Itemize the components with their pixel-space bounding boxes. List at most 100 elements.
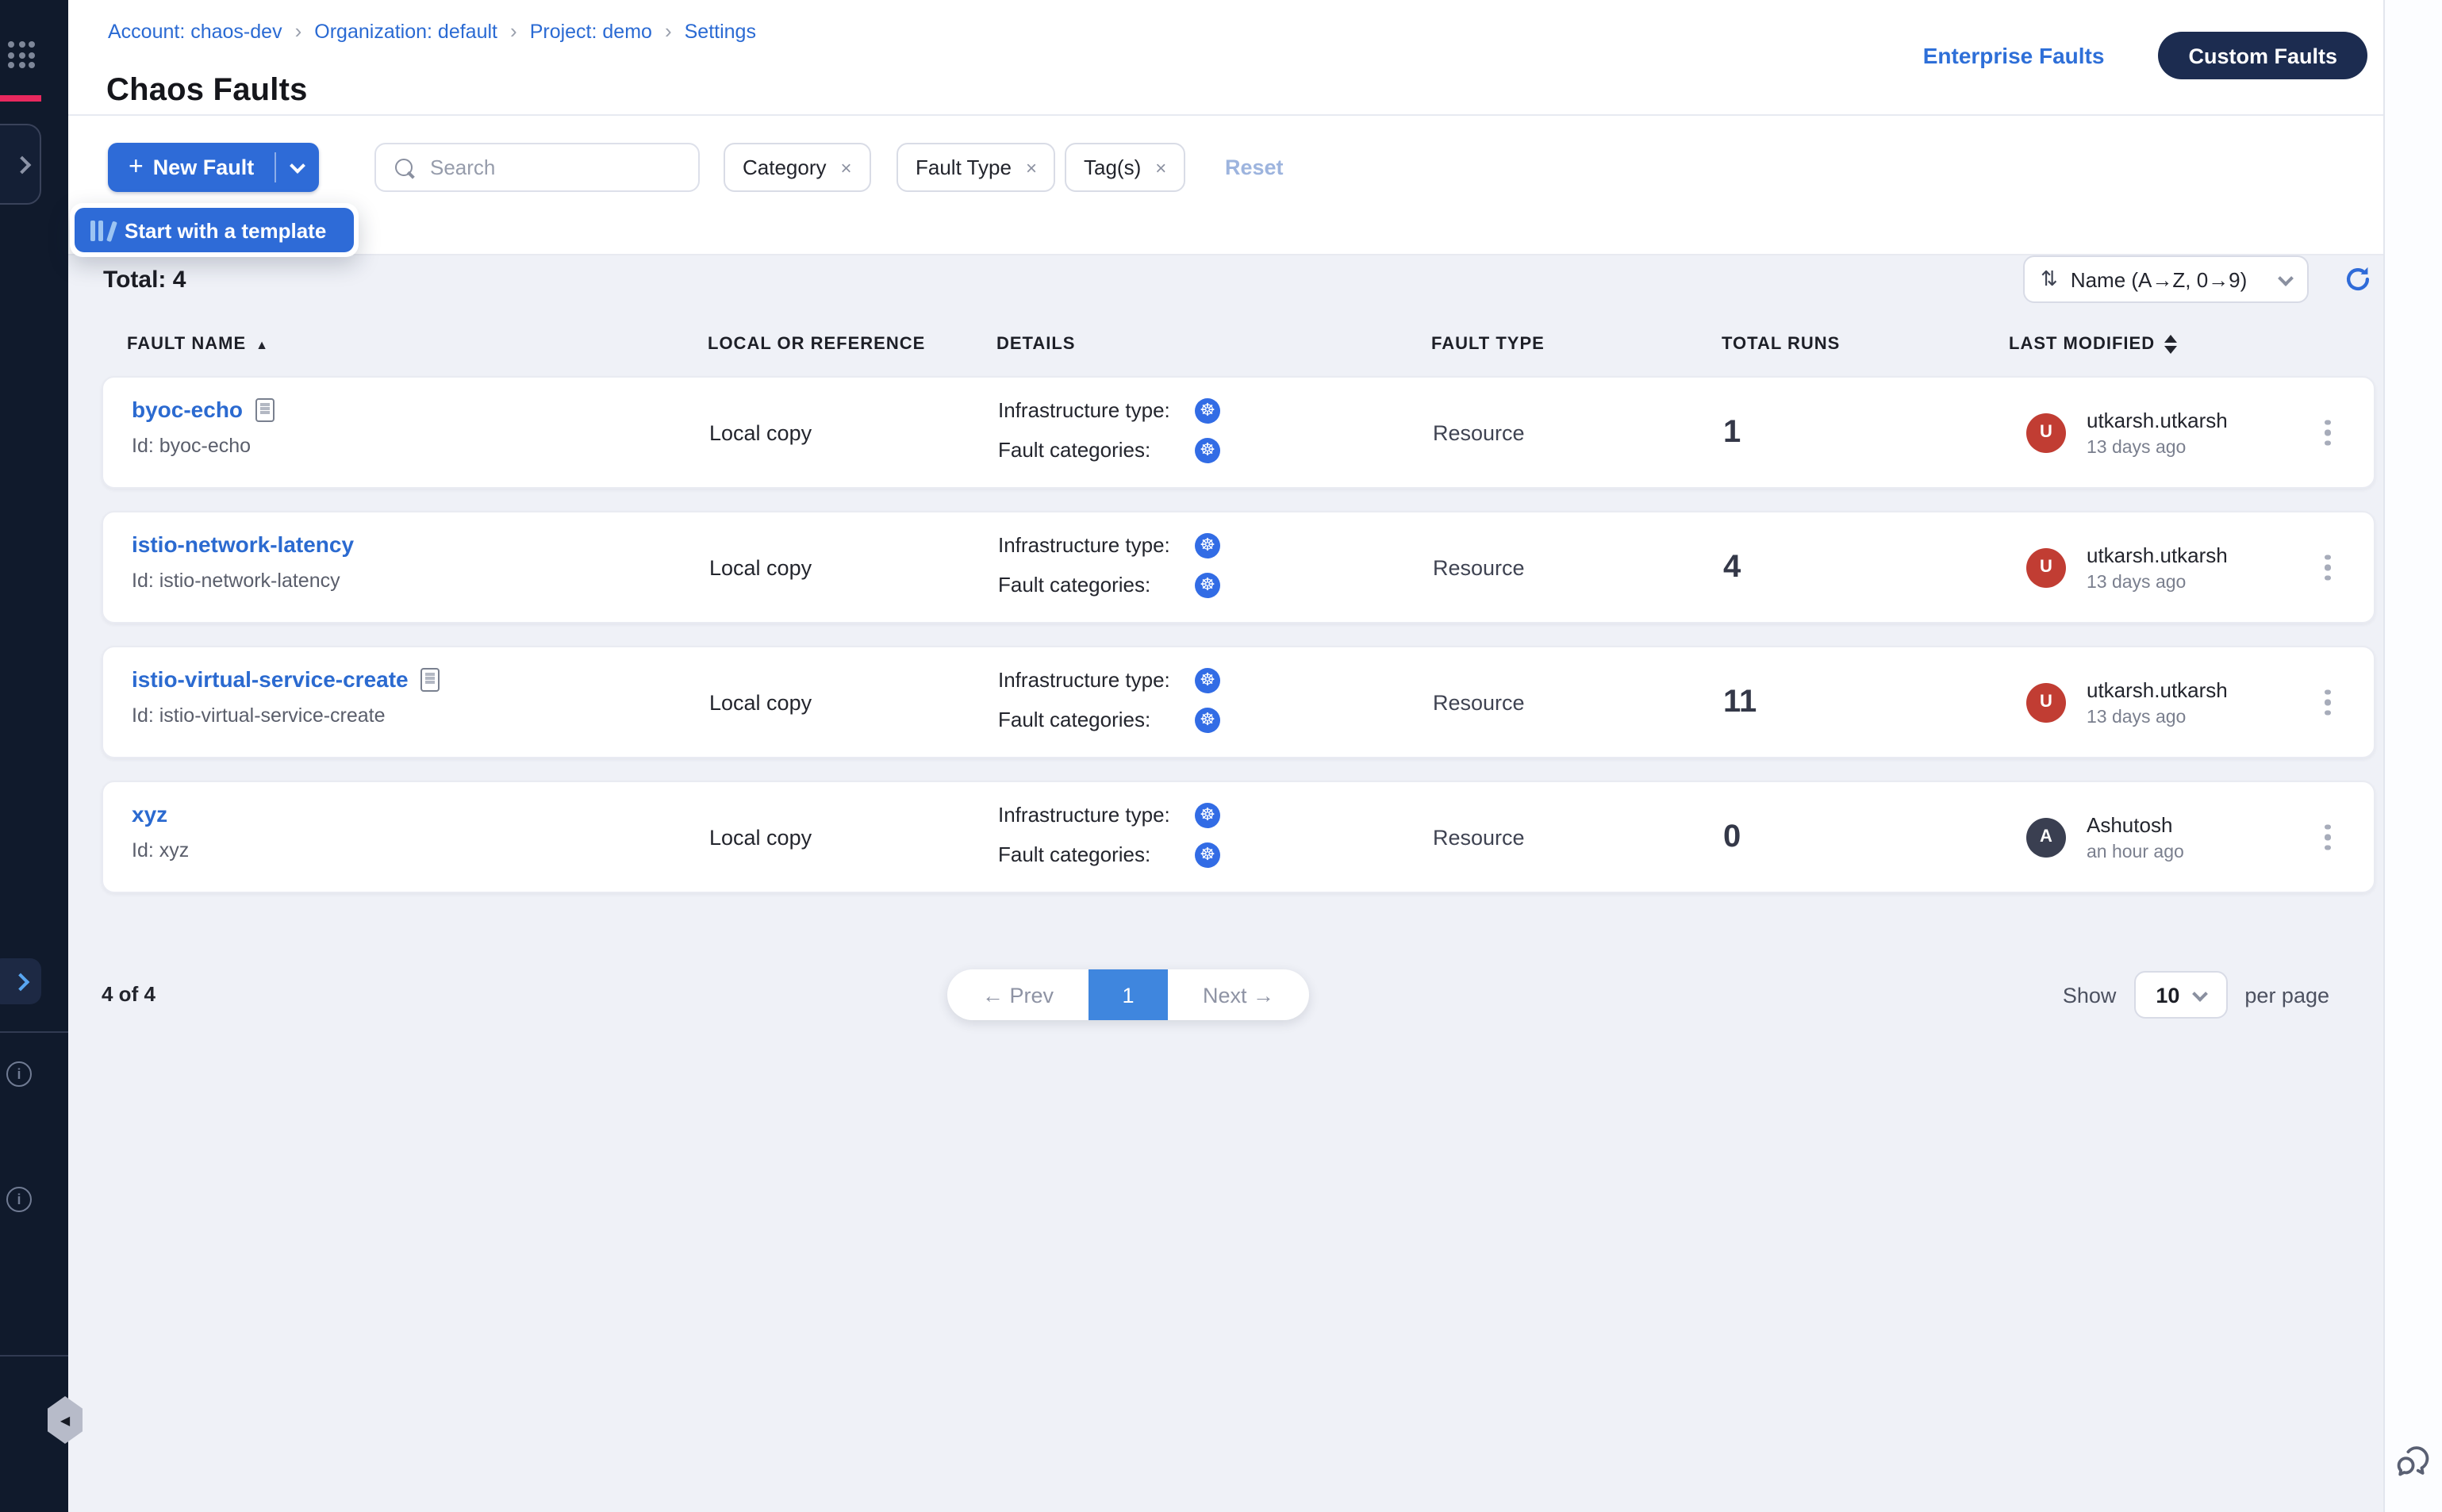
modified-time: 13 days ago (2087, 573, 2228, 592)
page-header: Account: chaos-dev › Organization: defau… (68, 0, 2383, 116)
breadcrumb-organization-link[interactable]: Organization: default (314, 20, 497, 42)
close-icon[interactable]: × (841, 156, 852, 178)
new-fault-dropdown-toggle[interactable] (276, 143, 319, 192)
custom-faults-button[interactable]: Custom Faults (2158, 32, 2367, 79)
breadcrumb-account-link[interactable]: Account: chaos-dev (108, 20, 282, 42)
apps-grid-icon[interactable] (8, 41, 35, 68)
sort-asc-icon: ▲ (255, 337, 269, 351)
start-with-template-menu-item[interactable]: Start with a template (75, 208, 354, 252)
pagination-summary: 4 of 4 (102, 969, 156, 1020)
per-page-label: per page (2244, 983, 2329, 1007)
table-row[interactable]: istio-network-latency Id: istio-network-… (102, 511, 2375, 624)
total-count: Total: 4 (103, 267, 186, 294)
support-chat-button[interactable] (2391, 1441, 2434, 1491)
fault-categories-label: Fault categories: (998, 842, 1195, 866)
page-size-select[interactable]: 10 (2133, 971, 2227, 1019)
column-header-fault-name[interactable]: FAULT NAME ▲ (127, 335, 269, 354)
breadcrumb-project-link[interactable]: Project: demo (530, 20, 652, 42)
fault-type-cell: Resource (1433, 690, 1525, 714)
page-size-value: 10 (2156, 983, 2179, 1007)
column-header-local-or-reference: LOCAL OR REFERENCE (708, 335, 925, 354)
last-modified-cell: U utkarsh.utkarsh 13 days ago (2026, 543, 2228, 592)
fault-categories-label: Fault categories: (998, 438, 1195, 462)
template-icon (90, 220, 110, 240)
enterprise-faults-link[interactable]: Enterprise Faults (1923, 43, 2105, 68)
avatar: U (2026, 547, 2066, 587)
filter-chip-label: Fault Type (916, 155, 1012, 179)
chat-bubbles-icon (2391, 1441, 2434, 1483)
local-or-reference-cell: Local copy (709, 825, 812, 849)
last-modified-cell: A Ashutosh an hour ago (2026, 812, 2184, 862)
details-cell: Infrastructure type:☸ Fault categories:☸ (998, 393, 1220, 473)
close-icon[interactable]: × (1155, 156, 1166, 178)
sidebar-expand-button[interactable] (0, 958, 41, 1004)
chevron-down-icon (2278, 270, 2294, 286)
kubernetes-icon: ☸ (1195, 572, 1220, 597)
fault-name-link[interactable]: xyz (132, 801, 167, 827)
search-box (374, 143, 700, 192)
chevron-right-icon (13, 155, 32, 174)
next-page-button[interactable]: Next → (1168, 969, 1309, 1020)
total-runs-cell: 4 (1723, 549, 1741, 585)
reset-filters-link[interactable]: Reset (1225, 155, 1284, 179)
fault-name-link[interactable]: byoc-echo (132, 397, 243, 422)
fault-id: Id: istio-virtual-service-create (132, 704, 440, 727)
total-runs-cell: 1 (1723, 414, 1741, 451)
row-menu-button[interactable] (2318, 548, 2336, 587)
info-icon[interactable] (6, 1061, 32, 1087)
current-page-button[interactable]: 1 (1089, 969, 1168, 1020)
last-modified-cell: U utkarsh.utkarsh 13 days ago (2026, 408, 2228, 457)
prev-page-button[interactable]: ← Prev (947, 969, 1089, 1020)
close-icon[interactable]: × (1026, 156, 1037, 178)
refresh-icon (2344, 265, 2372, 294)
fault-name-link[interactable]: istio-virtual-service-create (132, 666, 409, 692)
table-row[interactable]: byoc-echo Id: byoc-echo Local copy Infra… (102, 376, 2375, 489)
fault-id: Id: byoc-echo (132, 435, 275, 457)
sort-selected-value: Name (A→Z, 0→9) (2071, 267, 2267, 291)
chevron-down-icon (2192, 985, 2208, 1001)
details-cell: Infrastructure type:☸ Fault categories:☸ (998, 528, 1220, 608)
sidebar-expand-panel-button[interactable] (0, 124, 41, 205)
column-header-last-modified[interactable]: LAST MODIFIED (2009, 335, 2177, 354)
modified-by-user: utkarsh.utkarsh (2087, 677, 2228, 701)
details-cell: Infrastructure type:☸ Fault categories:☸ (998, 798, 1220, 877)
filter-chip-tags[interactable]: Tag(s) × (1065, 143, 1185, 192)
fault-name-link[interactable]: istio-network-latency (132, 532, 354, 557)
new-fault-label: New Fault (153, 155, 255, 179)
kubernetes-icon: ☸ (1195, 532, 1220, 558)
row-menu-button[interactable] (2318, 818, 2336, 857)
kubernetes-icon: ☸ (1195, 842, 1220, 867)
fault-list: byoc-echo Id: byoc-echo Local copy Infra… (68, 376, 2383, 893)
table-row[interactable]: xyz Id: xyz Local copy Infrastructure ty… (102, 781, 2375, 893)
row-menu-button[interactable] (2318, 683, 2336, 722)
filter-chip-fault-type[interactable]: Fault Type × (897, 143, 1056, 192)
fault-id: Id: xyz (132, 839, 189, 862)
search-input[interactable] (427, 154, 698, 181)
local-or-reference-cell: Local copy (709, 555, 812, 579)
fault-name-cell: istio-network-latency Id: istio-network-… (132, 532, 354, 592)
manifest-doc-icon[interactable] (421, 667, 440, 691)
refresh-button[interactable] (2344, 265, 2372, 294)
fault-name-cell: byoc-echo Id: byoc-echo (132, 397, 275, 457)
modified-time: 13 days ago (2087, 708, 2228, 727)
fault-id: Id: istio-network-latency (132, 570, 354, 592)
breadcrumb-settings-link[interactable]: Settings (685, 20, 756, 42)
filter-chip-category[interactable]: Category × (724, 143, 871, 192)
fault-categories-label: Fault categories: (998, 708, 1195, 731)
fault-type-cell: Resource (1433, 825, 1525, 849)
info-icon[interactable] (6, 1187, 32, 1212)
table-row[interactable]: istio-virtual-service-create Id: istio-v… (102, 646, 2375, 758)
manifest-doc-icon[interactable] (255, 397, 275, 421)
filter-chip-label: Category (743, 155, 827, 179)
plus-icon: + (129, 155, 144, 180)
pagination: 4 of 4 ← Prev 1 Next → Show 10 per page (68, 969, 2383, 1020)
main-area: Account: chaos-dev › Organization: defau… (68, 0, 2383, 1512)
kubernetes-icon: ☸ (1195, 437, 1220, 462)
sort-select[interactable]: ⇅ Name (A→Z, 0→9) (2023, 255, 2309, 303)
fault-type-cell: Resource (1433, 420, 1525, 444)
sort-updown-icon (2164, 335, 2177, 354)
new-fault-button[interactable]: + New Fault (108, 143, 275, 192)
row-menu-button[interactable] (2318, 413, 2336, 452)
modified-by-user: Ashutosh (2087, 812, 2184, 836)
total-runs-cell: 11 (1723, 684, 1757, 720)
